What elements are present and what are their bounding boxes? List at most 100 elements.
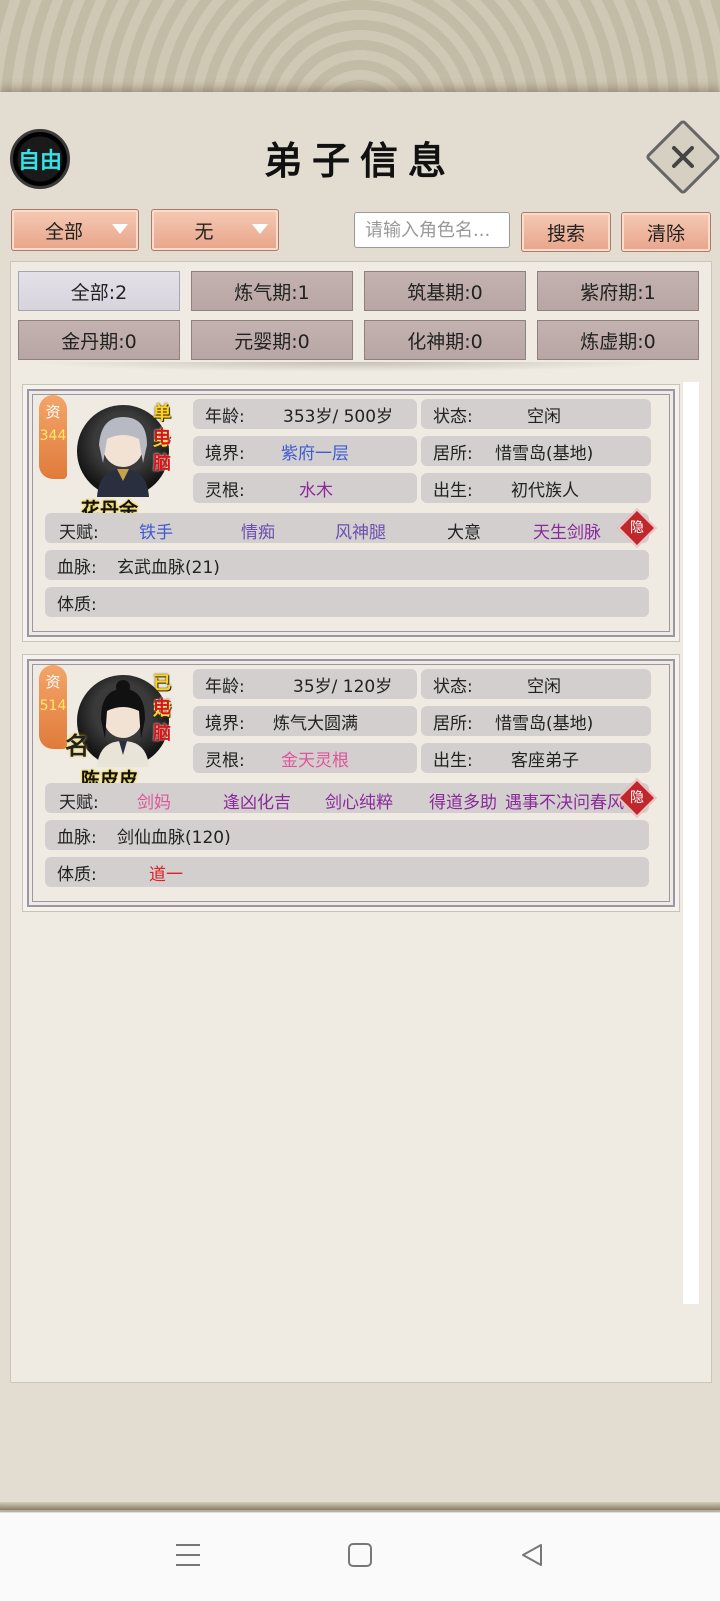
origin-field: 出生: 初代族人 [421, 473, 651, 503]
talent-item[interactable]: 情痴 [241, 518, 275, 543]
divider [30, 362, 670, 372]
talent-item[interactable]: 天生剑脉 [533, 518, 601, 543]
origin-value: 初代族人 [511, 480, 579, 501]
aptitude-label: 资 [45, 403, 61, 421]
aptitude-label: 资 [45, 673, 61, 691]
bloodline-label: 血脉: [57, 827, 97, 848]
talent-row: 天赋: 铁手 情痴 风神腿 大意 天生剑脉 [45, 513, 649, 543]
residence-label: 居所: [433, 713, 473, 734]
status-label: 状态: [433, 406, 473, 427]
age-label: 年龄: [205, 406, 245, 427]
talent-item[interactable]: 得道多助 [429, 788, 497, 813]
spirit-root-field: 灵根: 水木 [193, 473, 417, 503]
stage-filter-void[interactable]: 炼虚期:0 [537, 320, 699, 360]
origin-label: 出生: [433, 750, 473, 771]
aptitude-badge: 资 344 [39, 395, 67, 479]
talent-label: 天赋: [59, 523, 99, 543]
realm-field: 境界: 紫府一层 [193, 436, 417, 466]
constitution-value: 道一 [149, 864, 183, 885]
talent-item[interactable]: 铁手 [139, 518, 173, 543]
bloodline-label: 血脉: [57, 557, 97, 578]
origin-field: 出生: 客座弟子 [421, 743, 651, 773]
residence-label: 居所: [433, 443, 473, 464]
talent-item[interactable]: 剑心纯粹 [325, 788, 393, 813]
avatar-area[interactable]: 资 344 单身 电脑 花丹余 [35, 395, 185, 521]
talent-item[interactable]: 剑妈 [137, 788, 171, 813]
status-label: 状态: [433, 676, 473, 697]
spirit-root-field: 灵根: 金天灵根 [193, 743, 417, 773]
menu-button[interactable] [168, 1537, 208, 1577]
menu-icon [174, 1542, 202, 1572]
disciple-card[interactable]: 资 514 名 已婚 电脑 陈皮皮 年龄: 35岁/ 120岁 状态: 空闲 境… [27, 659, 675, 907]
stage-filter-foundation[interactable]: 筑基期:0 [364, 271, 526, 311]
secondary-dropdown[interactable]: 无 [151, 209, 279, 251]
age-value: 353岁/ 500岁 [283, 406, 394, 427]
home-button[interactable] [340, 1537, 380, 1577]
controller-tag: 电脑 [153, 427, 171, 474]
realm-value: 紫府一层 [281, 443, 349, 464]
talent-item[interactable]: 遇事不决问春风 [505, 788, 624, 813]
stage-filter-qi[interactable]: 炼气期:1 [191, 271, 353, 311]
controller-tag: 电脑 [153, 697, 171, 744]
top-decoration [0, 0, 720, 100]
search-input[interactable] [354, 212, 510, 248]
age-field: 年龄: 35岁/ 120岁 [193, 669, 417, 699]
stage-filter-deity[interactable]: 化神期:0 [364, 320, 526, 360]
close-icon [670, 144, 696, 170]
chevron-down-icon [252, 224, 268, 234]
spirit-root-label: 灵根: [205, 480, 245, 501]
realm-label: 境界: [205, 713, 245, 734]
residence-value: 惜雪岛(基地) [495, 443, 594, 464]
talent-item[interactable]: 大意 [447, 518, 481, 543]
aptitude-value: 514 [39, 698, 67, 714]
talent-row: 天赋: 剑妈 逢凶化吉 剑心纯粹 得道多助 遇事不决问春风 [45, 783, 649, 813]
back-icon [519, 1542, 545, 1572]
constitution-field: 体质: [45, 587, 649, 617]
origin-label: 出生: [433, 480, 473, 501]
spirit-root-value: 水木 [299, 480, 333, 501]
page-title: 弟子信息 [263, 138, 456, 183]
spirit-root-value: 金天灵根 [281, 750, 349, 771]
aptitude-value: 344 [39, 428, 67, 444]
search-button[interactable]: 搜索 [521, 212, 611, 252]
talent-label: 天赋: [59, 793, 99, 813]
chevron-down-icon [112, 224, 128, 234]
clear-button[interactable]: 清除 [621, 212, 711, 252]
stage-filter-golden[interactable]: 金丹期:0 [18, 320, 180, 360]
constitution-label: 体质: [57, 864, 97, 885]
constitution-label: 体质: [57, 594, 97, 615]
status-value: 空闲 [527, 406, 561, 427]
home-icon [347, 1542, 373, 1572]
category-dropdown[interactable]: 全部 [11, 209, 139, 251]
hide-label: 隐 [630, 520, 644, 536]
spirit-root-label: 灵根: [205, 750, 245, 771]
back-button[interactable] [512, 1537, 552, 1577]
fame-label: 名 [65, 731, 89, 760]
stage-filter-all[interactable]: 全部:2 [18, 271, 180, 311]
status-field: 状态: 空闲 [421, 399, 651, 429]
realm-label: 境界: [205, 443, 245, 464]
residence-field: 居所: 惜雪岛(基地) [421, 436, 651, 466]
status-value: 空闲 [527, 676, 561, 697]
disciple-card[interactable]: 资 344 单身 电脑 花丹余 年龄: 353岁/ 500岁 状态: 空闲 境界… [27, 389, 675, 637]
realm-value: 炼气大圆满 [273, 713, 358, 734]
fame-badge: 名 [57, 723, 97, 763]
talent-item[interactable]: 逢凶化吉 [223, 788, 291, 813]
stage-filter-purple[interactable]: 紫府期:1 [537, 271, 699, 311]
scrollbar[interactable] [683, 382, 699, 1304]
avatar-area[interactable]: 资 514 名 已婚 电脑 陈皮皮 [35, 665, 185, 791]
talent-item[interactable]: 风神腿 [335, 518, 386, 543]
residence-field: 居所: 惜雪岛(基地) [421, 706, 651, 736]
age-field: 年龄: 353岁/ 500岁 [193, 399, 417, 429]
bloodline-value: 剑仙血脉(120) [117, 827, 231, 848]
bloodline-field: 血脉: 剑仙血脉(120) [45, 820, 649, 850]
age-label: 年龄: [205, 676, 245, 697]
constitution-field: 体质: 道一 [45, 857, 649, 887]
origin-value: 客座弟子 [511, 750, 579, 771]
age-value: 35岁/ 120岁 [293, 676, 393, 697]
hide-label: 隐 [630, 790, 644, 806]
stage-filter-nascent[interactable]: 元婴期:0 [191, 320, 353, 360]
bloodline-value: 玄武血脉(21) [117, 557, 220, 578]
bloodline-field: 血脉: 玄武血脉(21) [45, 550, 649, 580]
realm-field: 境界: 炼气大圆满 [193, 706, 417, 736]
